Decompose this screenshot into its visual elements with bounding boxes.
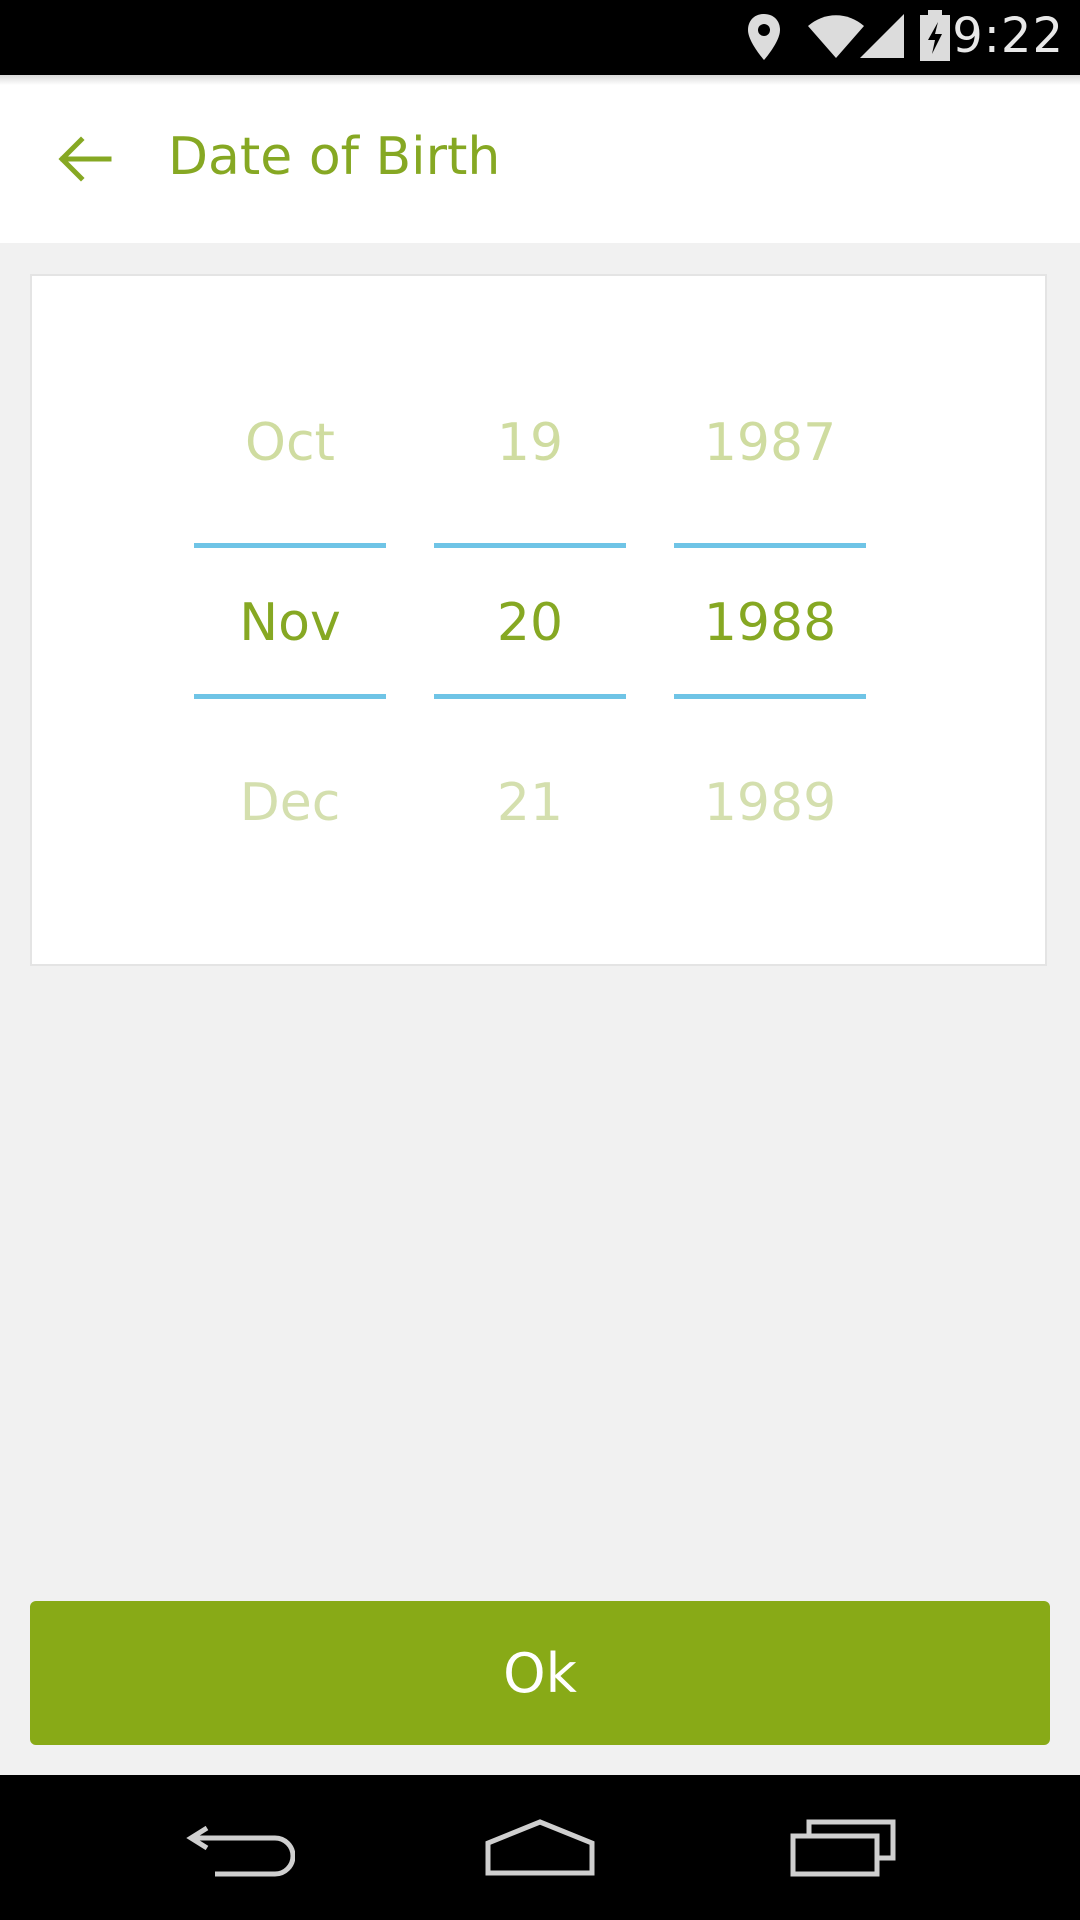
day-next[interactable]: 21 xyxy=(434,768,626,838)
nav-recents-button[interactable] xyxy=(774,1795,914,1900)
day-picker[interactable]: 19 20 21 xyxy=(434,276,626,964)
battery-charging-icon xyxy=(920,10,950,61)
day-selected[interactable]: 20 xyxy=(434,588,626,658)
year-next[interactable]: 1989 xyxy=(674,768,866,838)
nav-home-icon xyxy=(485,1818,595,1875)
app-bar: Date of Birth xyxy=(0,75,1080,243)
month-prev[interactable]: Oct xyxy=(194,408,386,478)
nav-back-button[interactable] xyxy=(170,1795,310,1900)
month-picker[interactable]: Oct Nov Dec xyxy=(194,276,386,964)
location-icon xyxy=(748,14,780,60)
month-selected[interactable]: Nov xyxy=(194,588,386,658)
page-title: Date of Birth xyxy=(168,127,501,187)
year-selected[interactable]: 1988 xyxy=(674,588,866,658)
nav-home-button[interactable] xyxy=(470,1795,610,1900)
month-divider-bottom xyxy=(194,694,386,699)
month-divider-top xyxy=(194,543,386,548)
day-divider-top xyxy=(434,543,626,548)
year-picker[interactable]: 1987 1988 1989 xyxy=(674,276,866,964)
ok-button[interactable]: Ok xyxy=(30,1601,1050,1745)
status-time: 9:22 xyxy=(952,8,1064,64)
day-divider-bottom xyxy=(434,694,626,699)
back-button[interactable] xyxy=(40,119,130,199)
wifi-icon xyxy=(808,15,864,58)
day-prev[interactable]: 19 xyxy=(434,408,626,478)
nav-recents-icon xyxy=(790,1819,896,1876)
status-bar: 9:22 xyxy=(0,0,1080,75)
navigation-bar xyxy=(0,1775,1080,1920)
month-next[interactable]: Dec xyxy=(194,768,386,838)
year-divider-top xyxy=(674,543,866,548)
year-divider-bottom xyxy=(674,694,866,699)
nav-back-icon xyxy=(186,1825,295,1876)
signal-icon xyxy=(860,14,904,58)
date-picker: Oct Nov Dec 19 20 21 1987 1988 1989 xyxy=(30,274,1047,966)
arrow-back-icon xyxy=(58,136,112,182)
year-prev[interactable]: 1987 xyxy=(674,408,866,478)
